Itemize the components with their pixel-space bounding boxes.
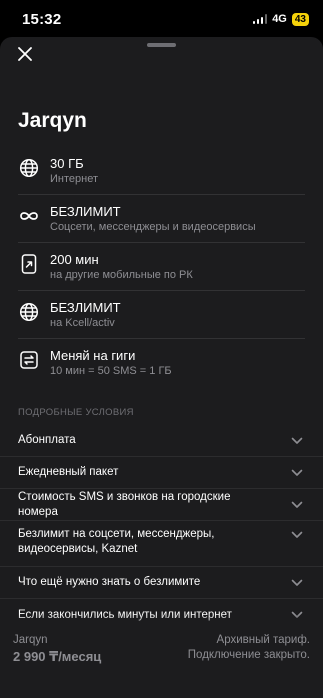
condition-label: Безлимит на соцсети, мессенджеры, видеос… [18,528,215,555]
footer-note-line1: Архивный тариф. [216,634,310,646]
footer-price: 2 990 ₸/месяц [13,649,102,664]
footer-tariff-name: Jarqyn [13,634,48,646]
status-time: 15:32 [22,10,62,28]
condition-item[interactable]: Что ещё нужно знать о безлимите [0,567,323,599]
page-title: Jarqyn [18,109,87,132]
feature-item: 200 мин на другие мобильные по РК [18,243,305,291]
network-type: 4G [272,13,287,25]
feature-item: БЕЗЛИМИТ Соцсети, мессенджеры и видеосер… [18,195,305,243]
globe-icon [18,301,40,323]
tariff-footer: Jarqyn 2 990 ₸/месяц Архивный тариф. Под… [0,631,323,698]
sheet-grabber[interactable] [147,43,176,47]
condition-item[interactable]: Стоимость SMS и звонков на городские ном… [0,489,323,521]
condition-item[interactable]: Абонплата [0,425,323,457]
feature-title: 200 мин [50,252,99,267]
footer-note-line2: Подключение закрыто. [187,649,310,661]
chevron-down-icon [291,579,303,586]
condition-label: Что ещё нужно знать о безлимите [18,576,201,588]
status-bar: 15:32 4G 43 [0,0,323,38]
feature-subtitle: Соцсети, мессенджеры и видеосервисы [50,221,256,233]
feature-title: 30 ГБ [50,156,84,171]
conditions-list: Абонплата Ежедневный пакет Стоимость SMS… [0,425,323,631]
chevron-down-icon [291,469,303,476]
feature-item: БЕЗЛИМИТ на Kcell/activ [18,291,305,339]
feature-list: 30 ГБ Интернет БЕЗЛИМИТ Соцсети, мессенд… [18,147,305,387]
feature-subtitle: на другие мобильные по РК [50,269,193,281]
tariff-sheet: Jarqyn 30 ГБ Интернет БЕЗЛИМИТ Соцсети, … [0,37,323,698]
close-icon [18,47,32,61]
globe-icon [18,157,40,179]
condition-label: Абонплата [18,434,76,446]
feature-item: Меняй на гиги 10 мин = 50 SMS = 1 ГБ [18,339,305,387]
phone-outgoing-icon [18,253,40,275]
feature-item: 30 ГБ Интернет [18,147,305,195]
feature-subtitle: Интернет [50,173,98,185]
battery-icon: 43 [291,12,309,26]
condition-item[interactable]: Безлимит на соцсети, мессенджеры, видеос… [0,521,323,567]
feature-title: БЕЗЛИМИТ [50,204,121,219]
signal-icon [252,14,268,24]
feature-subtitle: на Kcell/activ [50,317,115,329]
footer-tariff-info: Jarqyn 2 990 ₸/месяц [13,631,101,698]
condition-label: Ежедневный пакет [18,466,119,478]
chevron-down-icon [291,501,303,508]
feature-title: БЕЗЛИМИТ [50,300,121,315]
infinity-icon [18,205,40,227]
chevron-down-icon [291,437,303,444]
section-label: ПОДРОБНЫЕ УСЛОВИЯ [18,407,134,418]
swap-icon [18,349,40,371]
status-indicators: 4G 43 [252,12,309,26]
chevron-down-icon [291,531,303,538]
condition-label: Стоимость SMS и звонков на городские ном… [18,490,231,518]
condition-item[interactable]: Ежедневный пакет [0,457,323,489]
feature-subtitle: 10 мин = 50 SMS = 1 ГБ [50,365,172,377]
close-button[interactable] [14,43,36,65]
footer-status: Архивный тариф. Подключение закрыто. [188,631,310,698]
feature-title: Меняй на гиги [50,348,136,363]
